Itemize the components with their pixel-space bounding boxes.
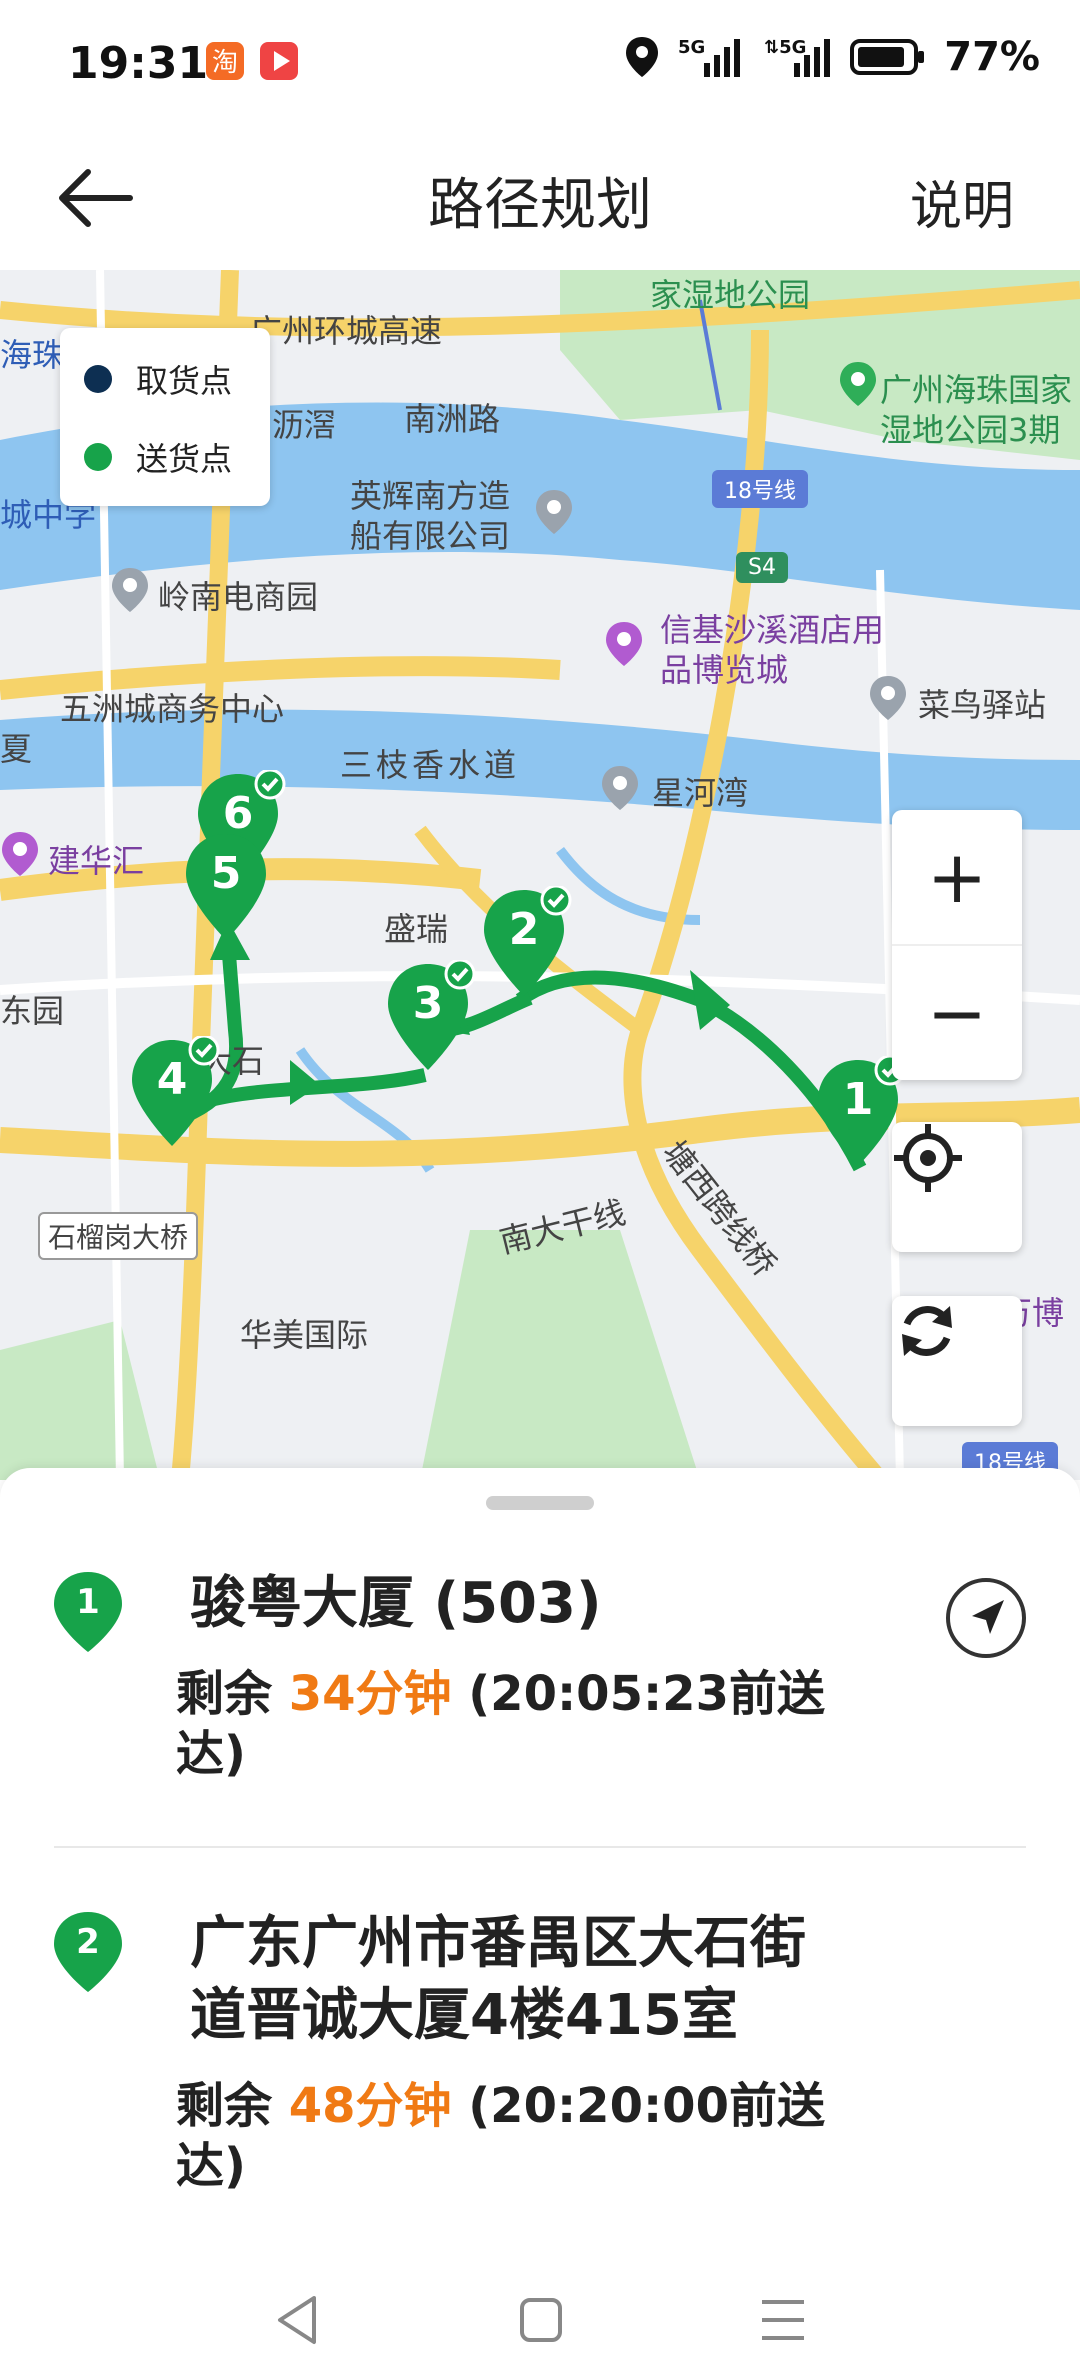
delivery-title: 骏粤大厦 (503) <box>190 1571 602 1636</box>
route-pin-2[interactable]: 2 <box>482 886 578 1006</box>
pin-number: 3 <box>412 978 444 1029</box>
map-label: 盛瑞 <box>384 910 449 948</box>
route-pin-3[interactable]: 3 <box>386 960 482 1080</box>
map-label: 菜鸟驿站 <box>918 686 1047 724</box>
status-bar: 19:31 淘 5G ⇅5G 77% <box>0 0 1080 130</box>
sheet-grabber[interactable] <box>486 1496 594 1510</box>
signal-5g-icon: ⇅5G <box>764 37 831 77</box>
map-label: 星河湾 <box>652 774 749 812</box>
map-label: 三枝香水道 <box>340 746 521 784</box>
route-pin-5[interactable]: 5 <box>184 830 280 950</box>
zoom-in-label: + <box>926 835 988 919</box>
locate-button[interactable] <box>892 1122 1022 1252</box>
pin-number: 4 <box>156 1054 188 1105</box>
video-app-icon <box>260 42 298 80</box>
map-label: 岭南电商园 <box>158 578 319 616</box>
map-label: 家湿地公园 <box>650 276 811 314</box>
battery-level: 77% <box>944 34 1040 80</box>
highway-tag: S4 <box>736 552 788 583</box>
poi-pin-icon <box>602 766 638 810</box>
delivery-item[interactable]: 1 骏粤大厦 (503) 剩余 34分钟 (20:05:23前送达) <box>0 1568 1080 1808</box>
map-label: 广州海珠国家湿地公园3期 <box>880 371 1073 449</box>
map-label: 南洲路 <box>404 400 501 438</box>
delivery-title-line2: 道晋诚大厦4楼415室 <box>190 1983 738 2048</box>
crosshair-icon <box>894 1124 962 1192</box>
marker-number: 2 <box>76 1922 100 1962</box>
poi-pin-icon <box>2 832 38 876</box>
map-legend: 取货点 送货点 <box>60 328 270 506</box>
map-label: 夏 <box>0 730 33 768</box>
list-divider <box>54 1846 1026 1848</box>
poi-pin-icon <box>870 676 906 720</box>
route-pin-4[interactable]: 4 <box>130 1036 226 1156</box>
delivery-eta: 剩余 34分钟 (20:05:23前送达) <box>176 1664 856 1784</box>
delivery-title: 广东广州市番禺区大石街 道晋诚大厦4楼415室 <box>190 1908 890 2052</box>
poi-pin-icon <box>112 568 148 612</box>
navigation-arrow-icon <box>972 1600 1004 1634</box>
refresh-button[interactable] <box>892 1296 1022 1426</box>
pin-number: 1 <box>842 1074 874 1125</box>
pickup-dot-icon <box>84 365 112 393</box>
svg-text:5G: 5G <box>678 37 705 58</box>
eta-prefix: 剩余 <box>176 2078 289 2134</box>
map-label: 东园 <box>0 992 65 1030</box>
nav-back-button[interactable] <box>272 2292 322 2348</box>
delivery-item[interactable]: 2 广东广州市番禺区大石街 道晋诚大厦4楼415室 剩余 48分钟 (20:20:… <box>0 1908 1080 2208</box>
route-map[interactable]: 家湿地公园 广州环城高速 海珠 南洲路 沥滘 广州海珠国家湿地公园3期 英辉南方… <box>0 270 1080 1480</box>
eta-remaining: 34分钟 <box>288 1666 452 1722</box>
nav-menu-button[interactable] <box>758 2292 808 2348</box>
zoom-in-button[interactable]: + <box>892 810 1022 946</box>
poi-pin-icon <box>606 622 642 666</box>
map-label: 五洲城商务中心 <box>60 690 285 728</box>
top-app-bar: 路径规划 说明 <box>0 130 1080 270</box>
map-label: 英辉南方造船有限公司 <box>350 477 511 555</box>
eta-remaining: 48分钟 <box>288 2078 452 2134</box>
zoom-out-label: − <box>926 971 988 1055</box>
help-button[interactable]: 说明 <box>910 164 1014 239</box>
battery-icon <box>850 39 925 75</box>
system-nav-bar <box>0 2268 1080 2376</box>
map-label: 华美国际 <box>240 1316 369 1354</box>
marker-number: 1 <box>76 1582 100 1622</box>
refresh-icon <box>902 1306 952 1356</box>
svg-text:⇅5G: ⇅5G <box>764 37 806 58</box>
signal-5g-icon: 5G <box>678 37 741 77</box>
pin-number: 5 <box>210 848 242 899</box>
legend-pickup-label: 取货点 <box>136 362 233 400</box>
legend-pickup: 取货点 <box>84 356 232 402</box>
pin-number: 2 <box>508 904 540 955</box>
nav-home-button[interactable] <box>516 2292 566 2348</box>
poi-pin-icon <box>840 362 876 406</box>
eta-deadline: (20:05:23前送 <box>451 1666 825 1722</box>
eta-prefix: 剩余 <box>176 1666 289 1722</box>
map-label: 信基沙溪酒店用品博览城 <box>660 611 885 689</box>
delivery-list-sheet[interactable]: 1 骏粤大厦 (503) 剩余 34分钟 (20:05:23前送达) 2 广东广… <box>0 1468 1080 2268</box>
metro-line-tag: 18号线 <box>712 470 808 508</box>
map-label: 建华汇 <box>48 842 145 880</box>
location-icon <box>626 37 659 77</box>
taobao-app-icon: 淘 <box>206 42 244 80</box>
navigate-button[interactable] <box>946 1578 1026 1658</box>
map-label: 海珠 <box>0 336 65 374</box>
svg-text:淘: 淘 <box>212 48 238 78</box>
delivery-index-marker: 1 <box>52 1570 124 1654</box>
delivery-index-marker: 2 <box>52 1910 124 1994</box>
delivery-title-line1: 广东广州市番禺区大石街 <box>190 1911 806 1976</box>
delivery-dot-icon <box>84 443 112 471</box>
map-label: 石榴岗大桥 <box>38 1212 199 1260</box>
legend-delivery: 送货点 <box>84 434 232 480</box>
poi-pin-icon <box>536 490 572 534</box>
eta-deadline-end: 达) <box>176 2138 246 2194</box>
zoom-out-button[interactable]: − <box>892 946 1022 1080</box>
status-time: 19:31 <box>68 38 209 89</box>
eta-deadline: (20:20:00前送 <box>451 2078 825 2134</box>
delivery-eta: 剩余 48分钟 (20:20:00前送达) <box>176 2076 856 2196</box>
legend-delivery-label: 送货点 <box>136 440 233 478</box>
eta-deadline-end: 达) <box>176 1726 246 1782</box>
zoom-controls: + − <box>892 810 1022 1080</box>
map-label: 沥滘 <box>272 406 337 444</box>
map-label: 广州环城高速 <box>250 312 443 350</box>
